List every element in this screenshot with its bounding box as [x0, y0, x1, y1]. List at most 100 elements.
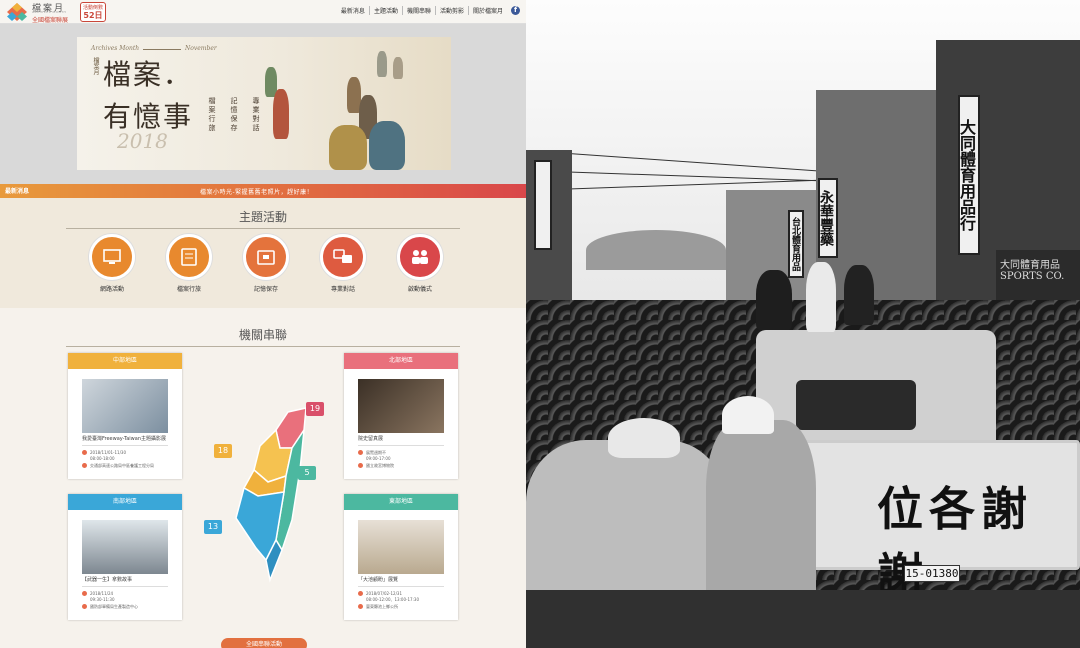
section-title: 主題活動	[238, 210, 287, 224]
event-time: 09:00-17:00	[366, 456, 391, 461]
activity-label: 啟動儀式	[407, 286, 432, 293]
region-header: 東部地區	[344, 494, 458, 510]
news-ticker: 最新消息 檔案小時光-緊握舊舊老照片，趕好康！	[0, 184, 526, 198]
activity-label: 專業對話	[330, 286, 355, 293]
map-count-badge[interactable]: 13	[204, 520, 222, 534]
event-caption[interactable]: 院史留真展	[358, 435, 383, 442]
activity-2[interactable]: 檔案行旅	[159, 234, 219, 293]
event-photo[interactable]	[82, 379, 168, 433]
activity-circle[interactable]	[166, 234, 212, 280]
location-pin-icon	[358, 463, 363, 468]
car-banner-text: 位各謝謝	[877, 482, 1033, 602]
banner-vertical-2: 記憶保存	[230, 97, 238, 133]
activity-3[interactable]: 記憶保存	[236, 234, 296, 293]
all-partner-activities-button[interactable]: 全國串聯活動	[221, 638, 307, 648]
activity-circle[interactable]	[320, 234, 366, 280]
event-date: 2018/07/02-12/31	[366, 591, 403, 596]
taiwan-map[interactable]	[196, 390, 336, 590]
sign-store2: 永華豐藥	[818, 178, 838, 258]
site-header: 檔案月 ARCHIVES MONTH 全國檔案聯展 活動倒數 52日 最新消息 …	[0, 0, 526, 24]
person-dark-suit	[756, 270, 792, 330]
card-divider	[358, 586, 444, 587]
banner-side-label: 檔案月	[92, 57, 99, 75]
event-place: 國立故宮博物院	[366, 463, 394, 468]
archive-box-icon	[257, 250, 275, 265]
countdown-badge: 活動倒數 52日	[80, 2, 106, 22]
calendar-icon	[82, 450, 87, 455]
banner-title-line1: 檔案．	[103, 58, 194, 91]
nav-gallery[interactable]: 活動剪影	[436, 6, 469, 15]
hero-carousel: Archives Month November 檔案月 檔案． 有憶事 2018…	[0, 24, 526, 204]
countdown-value: 52日	[83, 11, 103, 20]
person-dark-suit	[844, 265, 874, 325]
region-card[interactable]: 北部地區 院史留真展 展覽週期不 09:00-17:00 國立故宮博物院	[344, 353, 458, 479]
map-count-badge[interactable]: 18	[214, 444, 232, 458]
region-card[interactable]: 南部地區【武器一生】拿數故事 2018/11/24 09:30-11:30 國防部軍備…	[68, 494, 182, 620]
banner-figure	[369, 121, 405, 170]
sign-store3: 台北體育用品	[788, 210, 804, 278]
region-card[interactable]: 東部地區 「大池顧盼」展覽 2018/07/02-12/31 08:00-12:00、…	[344, 494, 458, 620]
section-divider	[66, 228, 460, 229]
facebook-icon[interactable]: f	[511, 6, 520, 15]
event-time: 09:30-11:30	[90, 597, 115, 602]
nav-partners[interactable]: 機關串聯	[403, 6, 436, 15]
event-caption[interactable]: 我愛臺灣Freeway-Taiwan主題攝影展	[82, 435, 166, 442]
location-pin-icon	[82, 463, 87, 468]
news-label[interactable]: 最新消息	[5, 186, 29, 195]
activity-circle[interactable]	[397, 234, 443, 280]
banner-figure	[377, 51, 387, 77]
historical-parade-photo: 大同體育用品行 永華豐藥 台北體育用品 大同體育用品 SPORTS CO. 位各…	[526, 0, 1080, 648]
banner-figure	[329, 125, 367, 170]
person-white-dress	[806, 262, 836, 332]
region-header: 北部地區	[344, 353, 458, 369]
event-place: 臺東縣池上鄉公所	[366, 604, 398, 609]
event-place: 國防部軍備局生產製造中心	[90, 604, 138, 609]
card-divider	[358, 445, 444, 446]
calendar-icon	[358, 450, 363, 455]
car-windshield	[796, 380, 916, 430]
banner-year: 2018	[117, 129, 168, 153]
event-date: 2018/11/24	[90, 591, 114, 596]
event-caption[interactable]: 【武器一生】拿數故事	[82, 576, 132, 583]
white-helmet	[722, 396, 774, 434]
location-pin-icon	[358, 604, 363, 609]
website-screenshot: 檔案月 ARCHIVES MONTH 全國檔案聯展 活動倒數 52日 最新消息 …	[0, 0, 526, 648]
computer-icon	[103, 249, 121, 264]
nav-themes[interactable]: 主題活動	[370, 6, 403, 15]
book-icon	[181, 248, 197, 266]
event-place: 交通部高速公路局中區養護工程分局	[90, 463, 154, 468]
activity-label: 檔案行旅	[176, 286, 201, 293]
banner-vertical-1: 專業對話	[252, 97, 260, 133]
event-photo[interactable]	[358, 520, 444, 574]
calendar-icon	[358, 591, 363, 596]
people-icon	[412, 250, 428, 264]
activity-5[interactable]: 啟動儀式	[390, 234, 450, 293]
activity-4[interactable]: 專業對話	[313, 234, 373, 293]
sports-sign-board: 大同體育用品 SPORTS CO.	[996, 250, 1080, 300]
banner-english-title: Archives Month	[91, 45, 140, 52]
activity-label: 網路活動	[99, 286, 124, 293]
banner-vertical-3: 檔案行旅	[208, 97, 216, 133]
hero-banner[interactable]: Archives Month November 檔案月 檔案． 有憶事 2018…	[77, 37, 451, 170]
main-nav: 最新消息 主題活動 機關串聯 活動剪影 關於檔案月 f	[337, 6, 520, 15]
archives-month-logo-icon[interactable]	[6, 2, 28, 22]
news-headline[interactable]: 檔案小時光-緊握舊舊老照片，趕好康！	[200, 187, 313, 196]
banner-english-month: November	[185, 45, 217, 52]
nav-about[interactable]: 關於檔案月	[469, 6, 507, 15]
location-pin-icon	[82, 604, 87, 609]
sign-store1: 大同體育用品行	[957, 95, 980, 255]
region-card[interactable]: 中部地區 我愛臺灣Freeway-Taiwan主題攝影展 2018/11/01-11…	[68, 353, 182, 479]
banner-rule	[143, 49, 181, 50]
activity-circle[interactable]	[243, 234, 289, 280]
map-count-badge[interactable]: 5	[298, 466, 316, 480]
license-plate: 15-01380	[904, 565, 960, 582]
event-photo[interactable]	[358, 379, 444, 433]
region-header: 南部地區	[68, 494, 182, 510]
map-count-badge[interactable]: 19	[306, 402, 324, 416]
event-caption[interactable]: 「大池顧盼」展覽	[358, 576, 398, 583]
card-divider	[82, 445, 168, 446]
activity-1[interactable]: 網路活動	[82, 234, 142, 293]
activity-circle[interactable]	[89, 234, 135, 280]
nav-latest-news[interactable]: 最新消息	[337, 6, 370, 15]
event-photo[interactable]	[82, 520, 168, 574]
